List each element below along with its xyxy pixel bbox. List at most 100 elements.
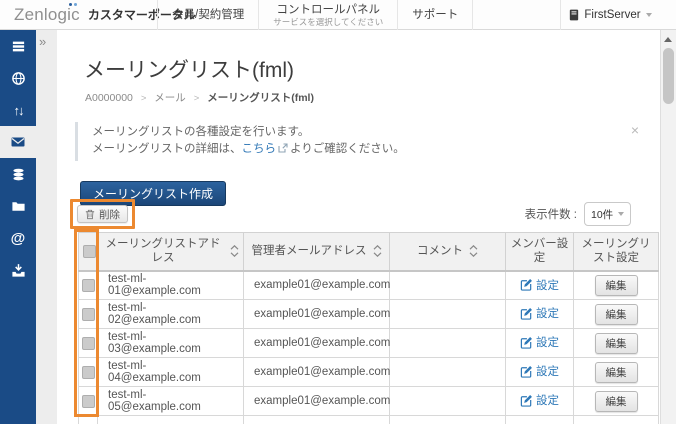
edit-button[interactable]: 編集 [595,333,638,354]
sidebar-item-database[interactable] [0,158,36,190]
database-icon [11,167,26,182]
nav-member-contract[interactable]: 会員/契約管理 [157,0,258,30]
sort-icons[interactable] [230,245,239,257]
edit-icon [520,307,533,320]
notice-line1: メーリングリストの各種設定を行います。 [92,124,641,141]
sidebar-gutter: » [36,30,57,424]
breadcrumb-account[interactable]: A0000000 [85,92,133,104]
comment-cell [390,271,506,300]
sidebar-item-install[interactable] [0,254,36,286]
member-setting-link[interactable]: 設定 [520,277,559,293]
zenlogic-logo: Zenlogic [14,5,80,25]
logo-dot-icon [74,3,77,6]
details-link[interactable]: こちら [242,143,277,155]
vertical-scrollbar[interactable] [660,30,676,424]
sidebar-item-files[interactable] [0,190,36,222]
edit-button[interactable]: 編集 [595,304,638,325]
scrollbar-thumb[interactable] [663,48,674,104]
mail-icon [10,134,26,150]
edit-icon [520,336,533,349]
table-row: test-ml-04@example.com example01@example… [79,358,659,387]
comment-cell [390,358,506,387]
account-menu[interactable]: FirstServer [560,0,660,30]
select-all-checkbox[interactable] [83,245,96,258]
page-title: メーリングリスト(fml) [84,54,294,84]
external-link-icon [278,142,288,159]
member-setting-link[interactable]: 設定 [520,334,559,350]
sidebar-item-web[interactable] [0,62,36,94]
comment-cell [390,416,506,424]
header-comment[interactable]: コメント [390,233,506,271]
server-icon [569,9,579,21]
edit-icon [520,278,533,291]
comment-cell [390,387,506,416]
ml-address-cell: test-ml-04@example.com [98,358,244,387]
delete-button[interactable]: 削除 [77,205,128,223]
edit-icon [520,365,533,378]
top-nav: 会員/契約管理 コントロールパネル サービスを選択してください サポート [157,0,473,30]
sidebar-item-contracts[interactable] [0,30,36,62]
menu-list-icon [11,39,26,54]
notice-line2: メーリングリストの詳細は、こちらよりご確認ください。 [92,141,641,159]
admin-address-cell: example01@example.com [244,271,390,300]
account-name: FirstServer [584,9,640,21]
close-icon[interactable]: × [631,122,639,139]
header-ml-setting: メーリングリスト設定 [574,233,659,271]
admin-address-cell: example01@example.com [244,358,390,387]
sort-icons[interactable] [373,245,382,257]
sidebar-item-transfer[interactable]: ↑↓ [0,94,36,126]
install-icon [11,263,26,278]
table-row: test-ml-05@example.com example01@example… [79,387,659,416]
delete-button-highlight: 削除 [70,199,135,229]
sort-icons[interactable] [469,245,478,257]
table-row [79,416,659,424]
ml-address-cell: test-ml-03@example.com [98,329,244,358]
admin-address-cell: example01@example.com [244,387,390,416]
header-ml-address[interactable]: メーリングリストアドレス [98,233,244,271]
sidebar-item-mail[interactable] [0,126,36,158]
header-admin-address[interactable]: 管理者メールアドレス [244,233,390,271]
edit-button[interactable]: 編集 [595,362,638,383]
display-count-select[interactable]: 10件 [584,202,631,226]
main-content: メーリングリスト(fml) A0000000 > メール > メーリングリスト(… [57,30,660,424]
at-sign-icon: @ [11,231,26,246]
edit-button[interactable]: 編集 [595,391,638,412]
ml-address-cell: test-ml-05@example.com [98,387,244,416]
member-setting-link[interactable]: 設定 [520,392,559,408]
row-checkbox[interactable] [82,279,95,292]
table-row: test-ml-02@example.com example01@example… [79,300,659,329]
row-checkbox[interactable] [82,337,95,350]
member-setting-link[interactable]: 設定 [520,305,559,321]
edit-button[interactable]: 編集 [595,275,638,296]
display-count-label: 表示件数 : [525,206,577,222]
row-checkbox[interactable] [82,308,95,321]
admin-address-cell [244,416,390,424]
select-all-header [79,233,98,271]
sidebar: ↑↓ @ [0,30,36,424]
sidebar-item-email-settings[interactable]: @ [0,222,36,254]
comment-cell [390,329,506,358]
row-checkbox[interactable] [82,395,95,408]
admin-address-cell: example01@example.com [244,329,390,358]
breadcrumb-separator: > [141,93,147,104]
nav-support[interactable]: サポート [397,0,473,30]
folder-icon [11,199,26,214]
header-member-setting: メンバー設定 [506,233,574,271]
breadcrumb-mail[interactable]: メール [154,92,186,104]
member-setting-link[interactable]: 設定 [520,363,559,379]
table-row: test-ml-03@example.com example01@example… [79,329,659,358]
sidebar-expand-icon[interactable]: » [39,34,46,49]
breadcrumb-current: メーリングリスト(fml) [207,92,314,104]
nav-control-panel[interactable]: コントロールパネル サービスを選択してください [258,0,397,30]
notice-box: メーリングリストの各種設定を行います。 メーリングリストの詳細は、こちらよりご確… [75,122,641,161]
ml-address-cell: test-ml-01@example.com [98,271,244,300]
mailing-list-table: メーリングリストアドレス 管理者メールアドレス コメント メンバー設定 メーリン… [78,232,659,424]
row-checkbox[interactable] [82,366,95,379]
scroll-up-icon[interactable] [664,37,672,42]
breadcrumb: A0000000 > メール > メーリングリスト(fml) [85,90,314,105]
trash-icon [85,209,95,220]
comment-cell [390,300,506,329]
ml-address-cell [98,416,244,424]
logo-dot-icon [69,3,72,6]
edit-icon [520,394,533,407]
